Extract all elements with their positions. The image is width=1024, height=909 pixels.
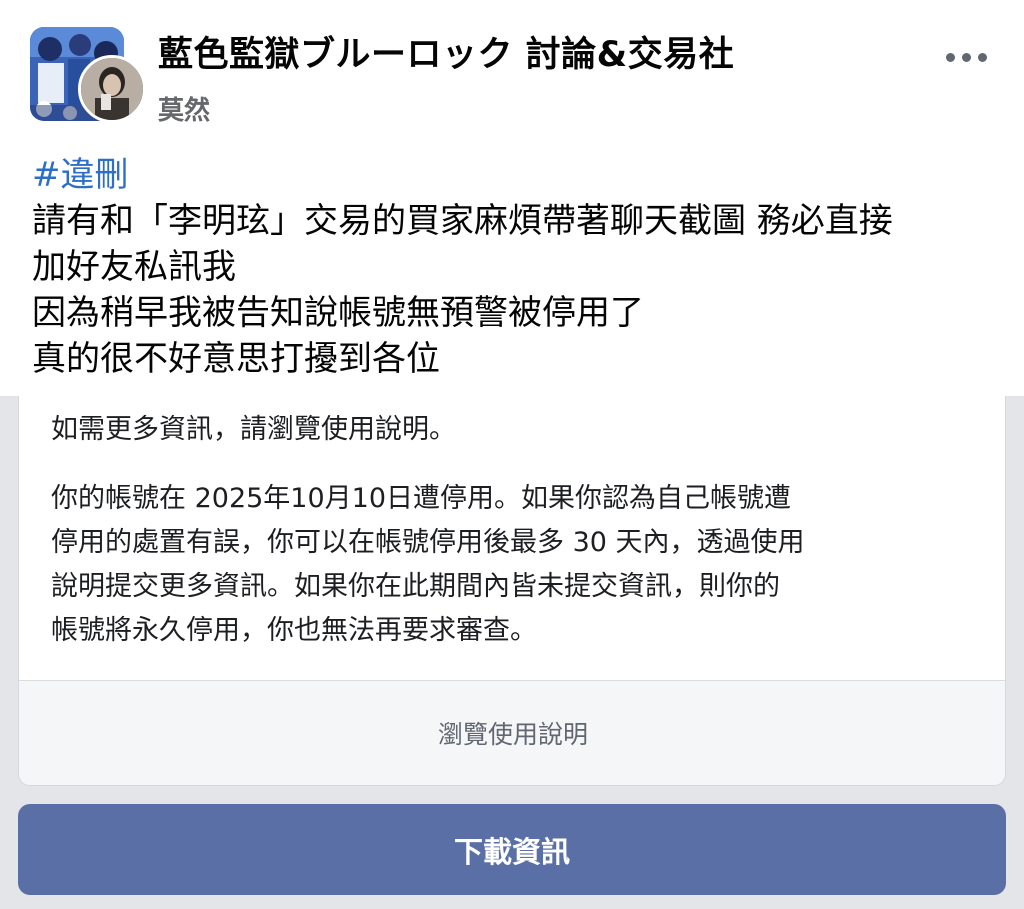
more-horizontal-icon-dot [961, 52, 971, 62]
hashtag-link[interactable]: #違刪 [32, 152, 129, 198]
post-header: 藍色監獄ブルーロック 討論&交易社 莫然 [0, 0, 1024, 140]
post-body: #違刪 請有和「李明玹」交易的買家麻煩帶著聊天截圖 務必直接 加好友私訊我 因為… [0, 140, 1024, 396]
browse-help-link[interactable]: 瀏覽使用說明 [19, 715, 1005, 751]
more-options-button[interactable] [936, 42, 996, 72]
notice-paragraph-line: 你的帳號在 2025年10月10日遭停用。如果你認為自己帳號遭 [51, 483, 792, 514]
more-horizontal-icon-dot [977, 52, 987, 62]
account-disabled-notice-card: 如需更多資訊，請瀏覽使用說明。 你的帳號在 2025年10月10日遭停用。如果你… [18, 396, 1006, 786]
post-text-line: 因為稍早我被告知說帳號無預警被停用了 [32, 293, 644, 333]
notice-paragraph-line: 帳號將永久停用，你也無法再要求審查。 [51, 615, 537, 646]
download-info-button[interactable]: 下載資訊 [18, 804, 1006, 895]
author-avatar-image [81, 58, 143, 120]
more-horizontal-icon [945, 52, 955, 62]
group-name[interactable]: 藍色監獄ブルーロック 討論&交易社 [158, 26, 734, 77]
post-text-line: 加好友私訊我 [32, 247, 236, 287]
notice-info-line: 如需更多資訊，請瀏覽使用說明。 [51, 414, 456, 445]
notice-paragraph-line: 停用的處置有誤，你可以在帳號停用後最多 30 天內，透過使用 [51, 527, 805, 558]
author-avatar[interactable] [78, 55, 146, 123]
notice-paragraph-line: 說明提交更多資訊。如果你在此期間內皆未提交資訊，則你的 [51, 571, 780, 602]
post-text-line: 請有和「李明玹」交易的買家麻煩帶著聊天截圖 務必直接 [32, 201, 893, 241]
attached-screenshot[interactable]: 如需更多資訊，請瀏覽使用說明。 你的帳號在 2025年10月10日遭停用。如果你… [0, 396, 1024, 909]
author-name[interactable]: 莫然 [158, 90, 210, 127]
card-footer: 瀏覽使用說明 [19, 681, 1005, 785]
post-text-line: 真的很不好意思打擾到各位 [32, 339, 440, 379]
